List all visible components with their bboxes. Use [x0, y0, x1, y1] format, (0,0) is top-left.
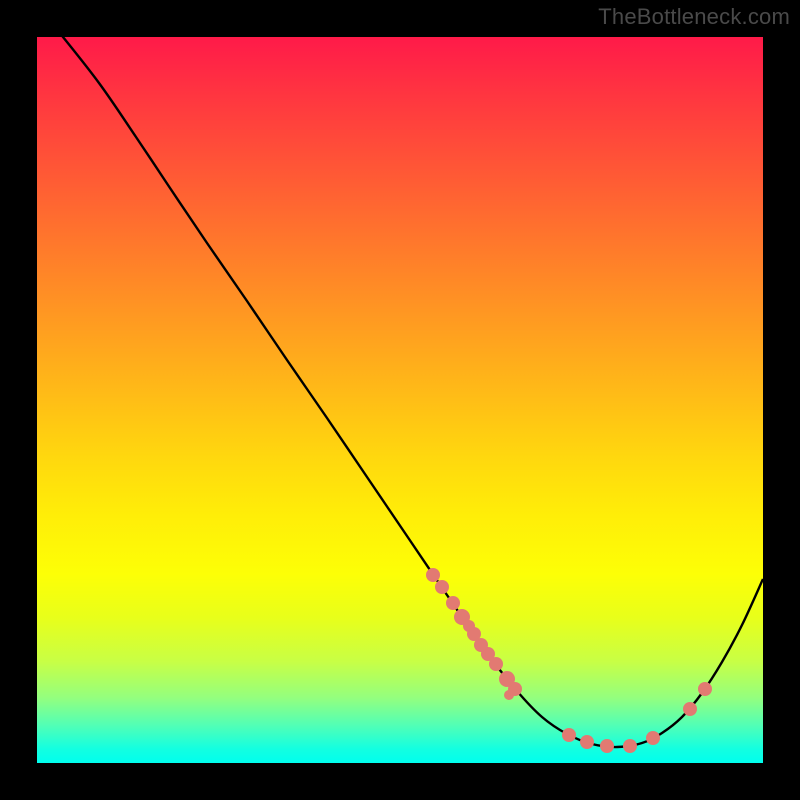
data-dot	[489, 657, 503, 671]
data-dot	[446, 596, 460, 610]
data-dot	[698, 682, 712, 696]
main-curve	[59, 37, 763, 747]
data-dot	[623, 739, 637, 753]
data-dot	[580, 735, 594, 749]
plot-area	[37, 37, 763, 763]
data-dot	[508, 682, 522, 696]
curve-svg	[37, 37, 763, 763]
data-dot	[646, 731, 660, 745]
data-dot	[683, 702, 697, 716]
data-dot	[562, 728, 576, 742]
data-dots	[426, 568, 712, 753]
watermark-text: TheBottleneck.com	[598, 4, 790, 30]
data-dot	[435, 580, 449, 594]
data-dot	[426, 568, 440, 582]
data-dot	[600, 739, 614, 753]
